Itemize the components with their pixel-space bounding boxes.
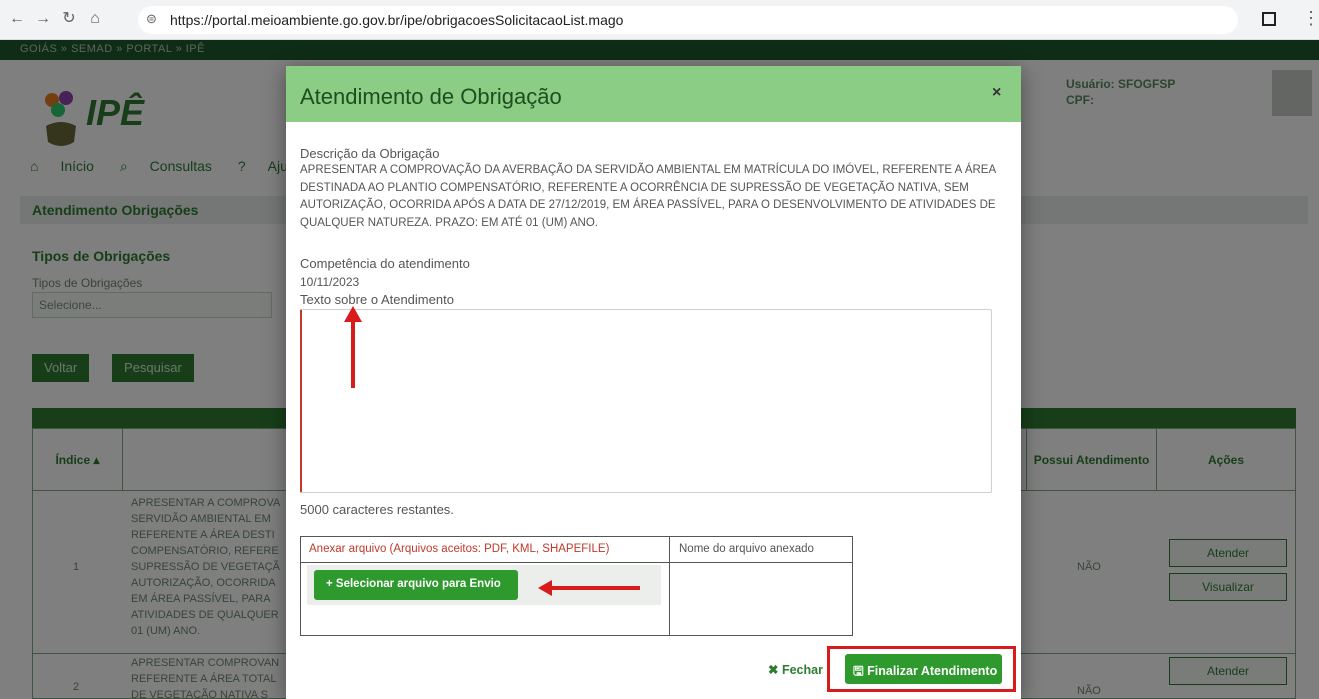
arrow-left-icon — [538, 580, 640, 596]
arrow-up-icon — [344, 306, 362, 388]
annotation-arrows — [344, 306, 640, 596]
